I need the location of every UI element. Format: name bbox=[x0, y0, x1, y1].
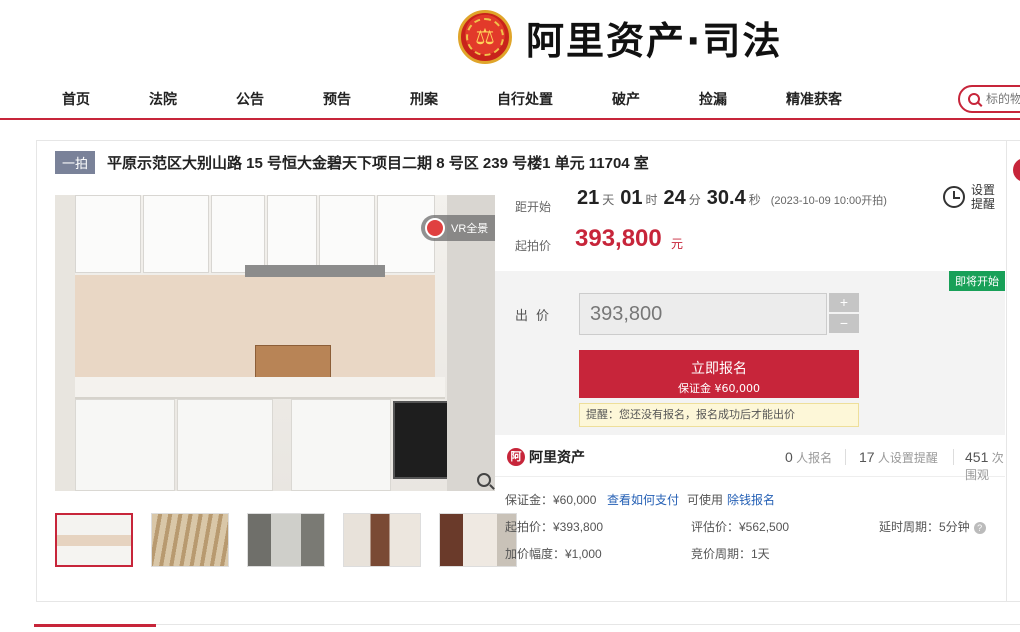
thumbnail-item[interactable] bbox=[343, 513, 421, 567]
site-logo[interactable]: ⚖ 阿里资产·司法 bbox=[458, 6, 782, 68]
signup-count: 0 人报名 bbox=[785, 449, 833, 465]
nav-item-announcement[interactable]: 公告 bbox=[236, 89, 264, 109]
ali-assets-icon: 阿 bbox=[507, 448, 525, 466]
set-reminder-label: 设置提醒 bbox=[971, 183, 996, 211]
registration-tip: 提醒：您还没有报名，报名成功后才能出价 bbox=[579, 403, 859, 427]
help-icon[interactable]: ? bbox=[973, 522, 986, 534]
delay-period-info: 延时周期：5分钟? bbox=[879, 518, 986, 535]
days-unit: 天 bbox=[602, 193, 615, 207]
tab-active-indicator[interactable] bbox=[34, 624, 156, 627]
vr-tour-button[interactable]: VR全景 › bbox=[421, 215, 495, 241]
vr-icon bbox=[425, 218, 445, 238]
countdown-label: 距开始 bbox=[515, 200, 552, 214]
status-badge: 即将开始 bbox=[949, 271, 1005, 291]
thumbnail-item[interactable] bbox=[151, 513, 229, 567]
search-box[interactable] bbox=[958, 85, 1020, 113]
countdown-section: 距开始 21 天 01 时 24 分 30.4 秒 (2023-10-09 10… bbox=[495, 177, 1020, 269]
start-time-note: (2023-10-09 10:00开拍) bbox=[770, 195, 887, 207]
item-title-row: 一拍 平原示范区大别山路 15 号恒大金碧天下项目二期 8 号区 239 号楼1… bbox=[55, 151, 649, 174]
countdown-hours: 01 bbox=[620, 187, 643, 209]
stats-row: 阿 阿里资产 0 人报名 17 人设置提醒 451 次围观 bbox=[495, 437, 1005, 482]
ali-assets-name: 阿里资产 bbox=[529, 449, 585, 465]
thumbnail-item[interactable] bbox=[247, 513, 325, 567]
countdown-days: 21 bbox=[577, 187, 600, 209]
court-emblem-icon: ⚖ bbox=[458, 10, 512, 64]
auction-round-tag: 一拍 bbox=[55, 151, 96, 174]
thumbnail-strip bbox=[55, 513, 517, 567]
nav-item-self-disposal[interactable]: 自行处置 bbox=[497, 89, 553, 109]
search-input[interactable] bbox=[986, 92, 1020, 106]
nav-item-preview[interactable]: 预告 bbox=[323, 89, 351, 109]
hours-unit: 时 bbox=[645, 193, 658, 207]
nav-item-criminal[interactable]: 刑案 bbox=[410, 89, 438, 109]
zoom-icon[interactable] bbox=[477, 473, 491, 487]
nav-item-bargain[interactable]: 捡漏 bbox=[699, 89, 727, 109]
main-nav: 首页 法院 公告 预告 刑案 自行处置 破产 捡漏 精准获客 bbox=[0, 78, 1020, 120]
decrease-bid-button[interactable]: − bbox=[829, 314, 859, 333]
bid-cycle-info: 竞价周期：1天 bbox=[691, 547, 770, 561]
main-photo[interactable]: VR全景 › bbox=[55, 195, 495, 491]
available-label: 可使用 bbox=[687, 493, 724, 507]
detail-tabs bbox=[34, 624, 1020, 632]
starting-price-label: 起拍价 bbox=[515, 239, 552, 253]
deposit-info: 保证金：¥60,000 bbox=[505, 493, 597, 507]
nav-item-precise-leads[interactable]: 精准获客 bbox=[786, 89, 842, 109]
right-sidebar-edge bbox=[1006, 140, 1020, 602]
deposit-amount-label: 保证金 ¥60,000 bbox=[678, 382, 760, 395]
set-reminder-button[interactable]: 设置提醒 bbox=[943, 183, 997, 211]
view-count: 451 次围观 bbox=[965, 449, 1004, 482]
nav-item-bankruptcy[interactable]: 破产 bbox=[612, 89, 640, 109]
search-icon[interactable] bbox=[968, 93, 980, 105]
bid-label: 出价 bbox=[515, 308, 558, 323]
starting-price-unit: 元 bbox=[671, 237, 684, 251]
register-now-button[interactable]: 立即报名 保证金 ¥60,000 bbox=[579, 350, 859, 398]
bid-panel: 即将开始 出价 + − 立即报名 保证金 ¥60,000 提醒：您还没有报名，报… bbox=[495, 271, 1005, 435]
how-to-pay-link[interactable]: 查看如何支付 bbox=[607, 491, 679, 508]
minutes-unit: 分 bbox=[688, 193, 701, 207]
vr-label: VR全景 bbox=[451, 223, 489, 235]
register-now-label: 立即报名 bbox=[691, 361, 747, 377]
nav-item-court[interactable]: 法院 bbox=[149, 89, 177, 109]
increase-bid-button[interactable]: + bbox=[829, 293, 859, 312]
countdown-timer: 21 天 01 时 24 分 30.4 秒 (2023-10-09 10:00开… bbox=[577, 187, 887, 210]
thumbnail-item[interactable] bbox=[55, 513, 133, 567]
alarm-clock-icon bbox=[943, 186, 965, 208]
brand-title: 阿里资产·司法 bbox=[526, 18, 783, 63]
seconds-unit: 秒 bbox=[748, 193, 761, 207]
ali-assets-logo: 阿 阿里资产 bbox=[507, 447, 585, 467]
increment-info: 加价幅度：¥1,000 bbox=[505, 547, 602, 561]
loan-signup-link[interactable]: 除钱报名 bbox=[727, 491, 775, 508]
reminder-count: 17 人设置提醒 bbox=[859, 449, 938, 465]
countdown-minutes: 24 bbox=[663, 187, 686, 209]
bid-amount-input[interactable] bbox=[579, 293, 827, 335]
auction-details: 保证金：¥60,000 查看如何支付 可使用 除钱报名 起拍价：¥393,800… bbox=[495, 481, 1005, 601]
auction-item-card: 一拍 平原示范区大别山路 15 号恒大金碧天下项目二期 8 号区 239 号楼1… bbox=[36, 140, 1020, 602]
starting-price-value: 393,800 bbox=[575, 225, 662, 252]
start-price-info: 起拍价：¥393,800 bbox=[505, 520, 604, 534]
item-title: 平原示范区大别山路 15 号恒大金碧天下项目二期 8 号区 239 号楼1 单元… bbox=[107, 155, 649, 172]
nav-item-home[interactable]: 首页 bbox=[62, 89, 90, 109]
countdown-seconds: 30.4 bbox=[706, 187, 746, 209]
eval-price-info: 评估价：¥562,500 bbox=[691, 520, 790, 534]
